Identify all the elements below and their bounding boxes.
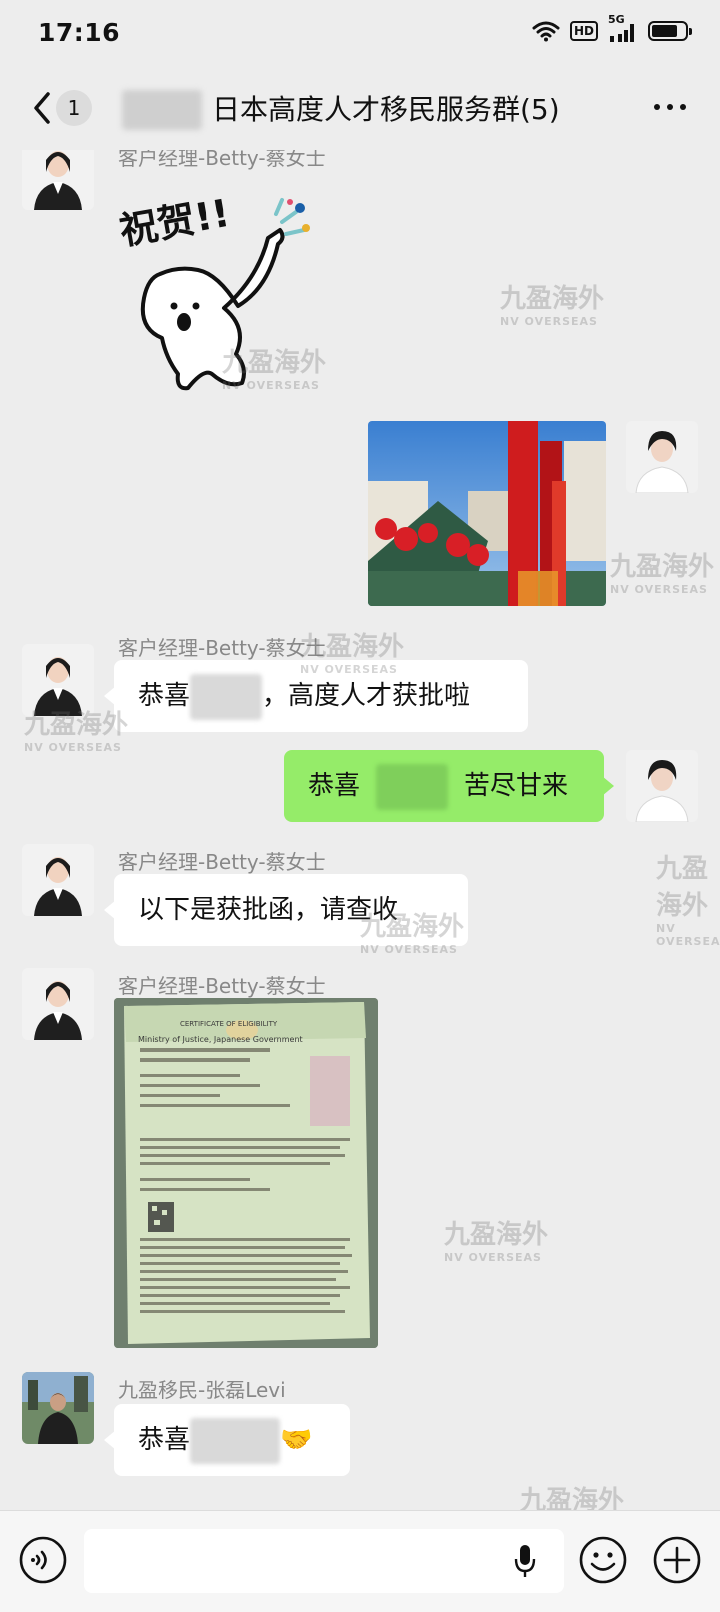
- more-dot-icon: [680, 104, 686, 110]
- back-arrow-icon[interactable]: [28, 88, 58, 128]
- avatar-self[interactable]: [626, 421, 698, 493]
- photo-message-certificate[interactable]: CERTIFICATE OF ELIGIBILITY Ministry of J…: [114, 998, 378, 1348]
- message-text: 恭喜: [138, 1425, 191, 1455]
- certificate-header: CERTIFICATE OF ELIGIBILITY: [180, 1020, 278, 1028]
- status-bar: 17:16 HD 5G: [0, 0, 720, 66]
- more-dot-icon: [667, 104, 673, 110]
- message-text: 苦尽甘来: [464, 771, 569, 801]
- redacted-name: [190, 1417, 281, 1464]
- message-input[interactable]: [84, 1529, 564, 1593]
- avatar-betty[interactable]: [22, 968, 94, 1040]
- message-text: 以下是获批函，请查收: [138, 895, 399, 925]
- watermark: 九盈海外NV OVERSEAS: [610, 552, 715, 596]
- redacted-title-prefix: [122, 90, 202, 130]
- voice-input-icon[interactable]: [18, 1535, 68, 1585]
- unread-count-badge[interactable]: 1: [56, 90, 92, 126]
- sticker-text: 祝贺!!: [118, 191, 233, 254]
- status-time: 17:16: [38, 18, 121, 47]
- message-bubble[interactable]: 恭喜 ，高度人才获批啦: [104, 660, 528, 732]
- sender-name: 客户经理-Betty-蔡女士: [118, 636, 326, 660]
- message-bubble-self[interactable]: 恭喜 苦尽甘来: [284, 750, 614, 822]
- message-bubble[interactable]: 恭喜 🤝: [104, 1404, 350, 1476]
- cellular-signal-icon: 5G: [608, 14, 638, 42]
- message-text: 恭喜: [308, 771, 361, 801]
- chat-header: 1 日本高度人才移民服务群(5): [0, 66, 720, 150]
- avatar-self[interactable]: [626, 750, 698, 822]
- redacted-name: [190, 673, 263, 720]
- more-dot-icon: [654, 104, 660, 110]
- emoji-icon[interactable]: [578, 1535, 628, 1585]
- watermark: 九盈海外NV OVERSEAS: [656, 854, 720, 948]
- watermark: 九盈海外NV OVERSEAS: [500, 284, 605, 328]
- status-icons: HD 5G: [532, 14, 692, 42]
- chat-messages[interactable]: 客户经理-Betty-蔡女士 祝贺!! 客户经理-Betty-蔡女士 恭喜 ，高…: [0, 150, 720, 1510]
- sender-name: 客户经理-Betty-蔡女士: [118, 850, 326, 874]
- chat-title: 日本高度人才移民服务群(5): [212, 93, 560, 126]
- avatar-betty[interactable]: [22, 844, 94, 916]
- input-bar: [0, 1510, 720, 1612]
- hd-badge: HD: [569, 21, 598, 41]
- avatar-betty[interactable]: [22, 644, 94, 716]
- plus-icon[interactable]: [652, 1535, 702, 1585]
- avatar-levi[interactable]: [22, 1372, 94, 1444]
- handshake-emoji: 🤝: [280, 1425, 313, 1455]
- message-bubble[interactable]: 以下是获批函，请查收: [104, 874, 468, 946]
- watermark: 九盈海外NV OVERSEAS: [520, 1486, 625, 1510]
- message-text: 恭喜: [138, 681, 191, 711]
- photo-message-red-pillar[interactable]: [368, 421, 606, 606]
- certificate-ministry: Ministry of Justice, Japanese Government: [138, 1035, 303, 1044]
- sender-name: 九盈移民-张磊Levi: [118, 1378, 286, 1402]
- more-options-button[interactable]: [654, 104, 686, 112]
- avatar-betty[interactable]: [22, 150, 94, 210]
- battery-icon: [648, 21, 692, 41]
- microphone-icon[interactable]: [514, 1543, 536, 1579]
- congrats-sticker[interactable]: 祝贺!!: [116, 178, 318, 403]
- message-text: ，高度人才获批啦: [262, 681, 471, 711]
- sender-name: 客户经理-Betty-蔡女士: [118, 150, 326, 170]
- redacted-name: [376, 763, 449, 810]
- wifi-icon: [532, 21, 560, 42]
- network-type-label: 5G: [608, 13, 625, 26]
- watermark: 九盈海外NV OVERSEAS: [444, 1220, 549, 1264]
- sender-name: 客户经理-Betty-蔡女士: [118, 974, 326, 998]
